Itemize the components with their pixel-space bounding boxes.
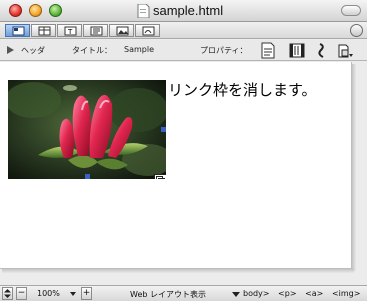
zoom-level[interactable]: 100% [37, 289, 60, 298]
source-view-button[interactable] [83, 24, 108, 37]
text-view-button[interactable]: T [57, 24, 82, 37]
flower-image[interactable] [8, 80, 166, 179]
head-disclosure-triangle-icon[interactable] [7, 46, 14, 54]
status-bar: − 100% + Web レイアウト表示 body> <p> <a> <img> [0, 285, 367, 301]
pdf-view-icon [142, 26, 155, 36]
resize-handle-right[interactable] [161, 127, 166, 132]
toolbar-toggle-button[interactable] [341, 5, 361, 16]
page-shadow-bottom [2, 269, 354, 273]
source-view-icon [90, 26, 103, 36]
tag-path-img[interactable]: <img> [332, 289, 361, 298]
page-title-label: タイトル： [72, 46, 112, 55]
image-link-badge-icon[interactable] [154, 174, 166, 179]
close-window-button[interactable] [9, 4, 22, 17]
body-paragraph-text[interactable]: リンク枠を消します。 [168, 79, 317, 100]
minimize-window-button[interactable] [29, 4, 42, 17]
tag-path-p[interactable]: <p> [278, 289, 296, 298]
table-view-icon [38, 26, 51, 36]
tag-path-breadcrumb: body> <p> <a> <img> [243, 289, 366, 298]
zoom-window-button[interactable] [49, 4, 62, 17]
text-view-icon: T [64, 26, 77, 36]
layout-view-button[interactable] [5, 24, 30, 37]
up-down-arrows-icon [4, 289, 11, 298]
flower-photo-graphic [8, 80, 166, 179]
svg-text:T: T [67, 28, 73, 36]
layout-view-icon [12, 26, 25, 36]
link-icon[interactable] [316, 42, 328, 59]
zoom-out-button[interactable]: − [16, 287, 27, 300]
resize-handle-bottom[interactable] [85, 174, 90, 179]
image-view-button[interactable] [109, 24, 134, 37]
editor-window: sample.html T ヘッダ タイトル： Sample プロパティ： リン… [0, 0, 367, 301]
layout-mode-dropdown-arrow-icon[interactable] [232, 292, 240, 297]
zoom-stepper-button[interactable] [2, 287, 13, 300]
title-bar[interactable]: sample.html [0, 0, 367, 22]
zoom-in-button[interactable]: + [81, 287, 92, 300]
image-view-icon [116, 26, 129, 36]
pdf-view-button[interactable] [135, 24, 160, 37]
properties-label: プロパティ： [200, 46, 248, 55]
options-circle-button[interactable] [350, 24, 363, 37]
page-title-value[interactable]: Sample [124, 45, 154, 54]
document-canvas[interactable]: リンク枠を消します。 [0, 62, 352, 269]
view-mode-toolbar: T [0, 22, 367, 39]
window-title: sample.html [153, 3, 224, 18]
tag-path-a[interactable]: <a> [305, 289, 323, 298]
html-document-icon [137, 4, 150, 18]
layout-mode-select[interactable]: Web レイアウト表示 [130, 289, 206, 300]
frame-menu-icon[interactable] [338, 42, 354, 59]
tag-path-body[interactable]: body> [243, 289, 270, 298]
table-view-button[interactable] [31, 24, 56, 37]
page-shadow-right [352, 64, 356, 271]
film-strip-icon[interactable] [289, 42, 305, 59]
property-bar: ヘッダ タイトル： Sample プロパティ： [0, 40, 367, 61]
head-label: ヘッダ [21, 46, 45, 55]
page-properties-icon[interactable] [261, 42, 275, 59]
zoom-dropdown-arrow-icon[interactable] [70, 292, 76, 296]
